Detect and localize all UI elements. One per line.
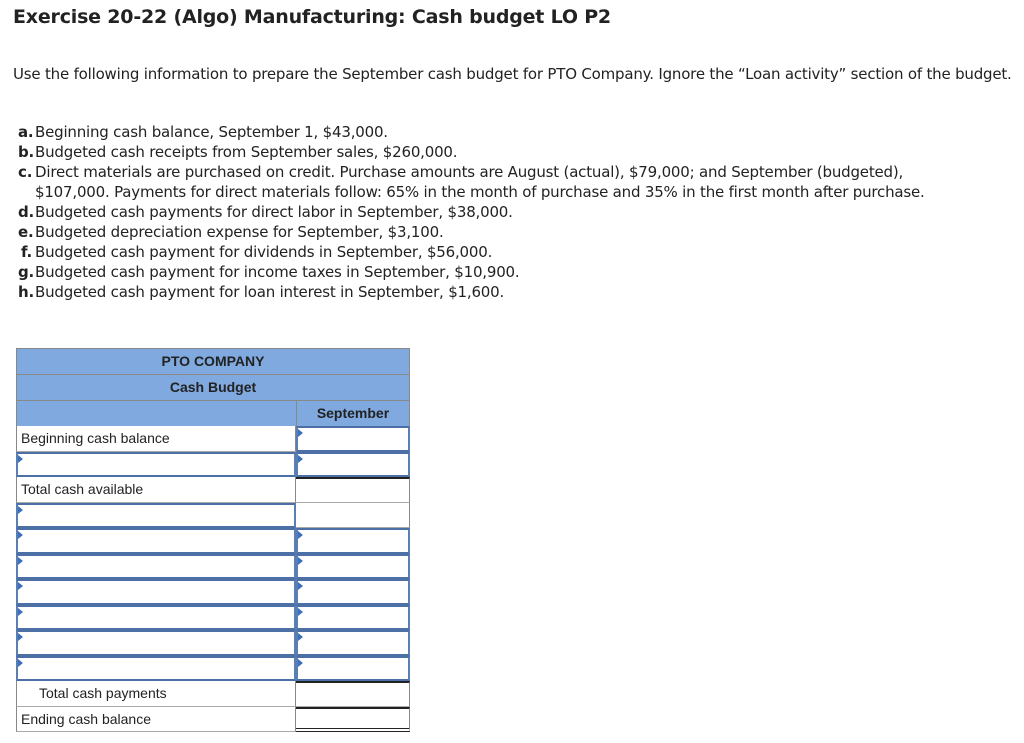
payment-label-input-7[interactable] [16, 655, 296, 681]
beginning-cash-input[interactable] [296, 426, 410, 452]
item-label: g. [18, 263, 35, 281]
item-text: Budgeted cash receipts from September sa… [35, 143, 458, 161]
payment-value-input-6[interactable] [296, 655, 410, 681]
beginning-cash-label: Beginning cash balance [16, 426, 296, 452]
exercise-title: Exercise 20-22 (Algo) Manufacturing: Cas… [13, 6, 611, 28]
item-label: b. [18, 143, 35, 161]
budget-title-header: Cash Budget [16, 374, 410, 400]
info-item-g: g. Budgeted cash payment for income taxes… [18, 262, 978, 282]
item-label: h. [18, 283, 34, 301]
payment-label-field[interactable] [18, 530, 294, 552]
item-text: Budgeted depreciation expense for Septem… [35, 223, 444, 241]
item-text: Direct materials are purchased on credit… [35, 163, 925, 201]
payment-row [16, 655, 410, 681]
total-cash-available-row: Total cash available [16, 477, 410, 503]
payment-value-input-2[interactable] [296, 553, 410, 579]
blank-header-cell [17, 401, 297, 426]
item-label: d. [18, 203, 35, 221]
info-item-a: a. Beginning cash balance, September 1, $… [18, 122, 978, 142]
total-cash-payments-label: Total cash payments [16, 681, 296, 707]
payment-value-input-4[interactable] [296, 604, 410, 630]
item-text: Budgeted cash payment for dividends in S… [35, 243, 493, 261]
item-label: f. [21, 243, 33, 261]
payment-value-input-5[interactable] [296, 630, 410, 656]
company-header: PTO COMPANY [16, 348, 410, 374]
info-item-h: h. Budgeted cash payment for loan interes… [18, 282, 978, 302]
payment-label-field[interactable] [18, 657, 294, 679]
payment-value-field[interactable] [298, 657, 408, 679]
payment-value-input-3[interactable] [296, 579, 410, 605]
item-text: Budgeted cash payment for loan interest … [35, 283, 505, 301]
payment-label-input-4[interactable] [16, 579, 296, 605]
payment-label-input-3[interactable] [16, 553, 296, 579]
receipt-label-input[interactable] [16, 451, 296, 477]
september-column-header: September [316, 405, 390, 421]
info-item-b: b. Budgeted cash receipts from September … [18, 142, 978, 162]
payment-row [16, 528, 410, 554]
payment-label-field[interactable] [18, 606, 294, 628]
payment-label-input-2[interactable] [16, 528, 296, 554]
payment-label-input-1[interactable] [16, 502, 296, 528]
payment-value-field[interactable] [298, 581, 408, 603]
payment-value-input-1[interactable] [296, 528, 410, 554]
payment-label-field[interactable] [18, 632, 294, 654]
item-label: a. [18, 123, 34, 141]
column-header-row: September [16, 400, 410, 426]
payment-blank-value [296, 502, 410, 528]
payment-label-field[interactable] [18, 504, 294, 526]
item-text: Beginning cash balance, September 1, $43… [35, 123, 388, 141]
payment-row [16, 630, 410, 656]
total-cash-payments-value [296, 681, 410, 707]
payment-label-input-6[interactable] [16, 630, 296, 656]
payment-value-field[interactable] [298, 632, 408, 654]
total-cash-payments-row: Total cash payments [16, 681, 410, 707]
receipt-label-field[interactable] [18, 453, 294, 475]
info-item-e: e. Budgeted depreciation expense for Sept… [18, 222, 978, 242]
payment-heading-row [16, 502, 410, 528]
beginning-cash-row: Beginning cash balance [16, 426, 410, 452]
ending-cash-value [296, 706, 410, 732]
payment-label-field[interactable] [18, 581, 294, 603]
payment-row [16, 579, 410, 605]
total-cash-available-label: Total cash available [16, 477, 296, 503]
beginning-cash-field[interactable] [298, 428, 408, 450]
item-label: e. [18, 223, 34, 241]
payment-label-input-5[interactable] [16, 604, 296, 630]
ending-cash-row: Ending cash balance [16, 706, 410, 732]
item-text: Budgeted cash payments for direct labor … [35, 203, 513, 221]
payment-value-field[interactable] [298, 606, 408, 628]
receipt-value-input[interactable] [296, 451, 410, 477]
info-item-c: c. Direct materials are purchased on cred… [18, 162, 978, 202]
total-cash-available-value [296, 477, 410, 503]
payment-value-field[interactable] [298, 555, 408, 577]
item-text: Budgeted cash payment for income taxes i… [35, 263, 520, 281]
ending-cash-label: Ending cash balance [16, 706, 296, 732]
instructions: Use the following information to prepare… [13, 65, 1012, 83]
cash-budget-table: PTO COMPANY Cash Budget September Beginn… [16, 348, 410, 732]
cash-receipts-row [16, 451, 410, 477]
payment-label-field[interactable] [18, 555, 294, 577]
info-item-f: f. Budgeted cash payment for dividends in… [18, 242, 978, 262]
receipt-value-field[interactable] [298, 453, 408, 475]
payment-value-field[interactable] [298, 530, 408, 552]
item-label: c. [18, 163, 33, 181]
info-item-d: d. Budgeted cash payments for direct labo… [18, 202, 978, 222]
payment-row [16, 604, 410, 630]
given-information-list: a. Beginning cash balance, September 1, $… [18, 122, 978, 302]
payment-row [16, 553, 410, 579]
